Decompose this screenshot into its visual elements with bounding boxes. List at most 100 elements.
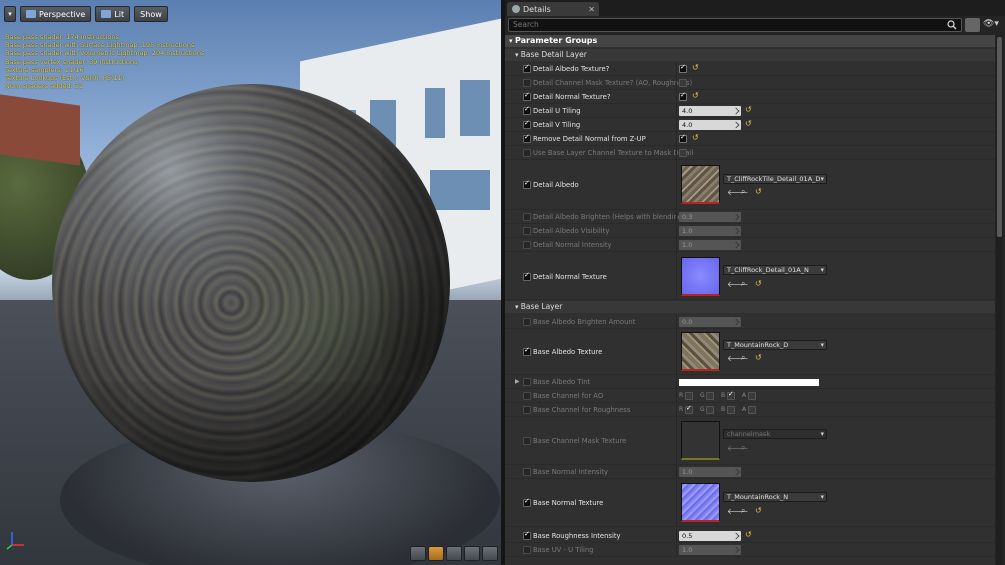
parameter-groups-header[interactable]: ▾ Parameter Groups: [505, 35, 995, 47]
param-label: Remove Detail Normal from Z-UP: [533, 135, 646, 143]
texture-asset-picker[interactable]: T_CliffRock_Detail_01A_N: [723, 265, 827, 275]
channel-a-checkbox[interactable]: [748, 392, 756, 400]
texture-thumbnail[interactable]: [681, 483, 720, 522]
close-icon[interactable]: ✕: [588, 5, 595, 14]
param-label: Detail Albedo: [533, 181, 579, 189]
reset-icon[interactable]: ↺: [745, 105, 752, 114]
color-swatch[interactable]: [679, 379, 819, 386]
reset-icon[interactable]: ↺: [692, 63, 699, 72]
material-preview-viewport[interactable]: ▾ Perspective Lit Show Base pass shader:…: [0, 0, 501, 565]
base-uv-u-tiling-input[interactable]: 1.0: [679, 545, 741, 555]
override-checkbox[interactable]: [523, 79, 531, 87]
detail-albedo-visibility-input[interactable]: 1.0: [679, 226, 741, 236]
grid-view-button[interactable]: [965, 18, 980, 32]
param-label: Detail Normal Texture?: [533, 93, 611, 101]
texture-thumbnail[interactable]: [681, 332, 720, 371]
detail-normal-intensity-input[interactable]: 1.0: [679, 240, 741, 250]
reset-icon[interactable]: ↺: [755, 279, 762, 288]
override-checkbox[interactable]: [523, 318, 531, 326]
channel-g-checkbox[interactable]: [706, 392, 714, 400]
override-checkbox[interactable]: [523, 119, 531, 129]
base-albedo-brighten-input[interactable]: 0.0: [679, 317, 741, 327]
override-checkbox[interactable]: [523, 468, 531, 476]
plane-shape-button[interactable]: [446, 546, 462, 561]
override-checkbox[interactable]: [523, 105, 531, 115]
tab-details[interactable]: Details ✕: [507, 2, 599, 16]
override-checkbox[interactable]: [523, 437, 531, 445]
override-checkbox[interactable]: [523, 63, 531, 73]
param-label: Base Normal Intensity: [533, 468, 609, 476]
show-button[interactable]: Show: [134, 6, 168, 22]
override-checkbox[interactable]: [523, 378, 531, 386]
override-checkbox[interactable]: [523, 227, 531, 235]
override-checkbox[interactable]: [523, 497, 531, 507]
reset-icon[interactable]: ↺: [692, 133, 699, 142]
detail-v-tiling-input[interactable]: 4.0: [679, 120, 741, 130]
texture-thumbnail[interactable]: [681, 165, 720, 204]
perspective-button[interactable]: Perspective: [20, 6, 92, 22]
reset-icon[interactable]: ↺: [745, 530, 752, 539]
reset-icon[interactable]: ↺: [692, 91, 699, 100]
section-base-detail-layer[interactable]: ▾ Base Detail Layer: [505, 49, 995, 61]
viewport-menu-button[interactable]: ▾: [4, 6, 16, 22]
eye-icon[interactable]: 👁▾: [983, 19, 1001, 31]
section-base-layer[interactable]: ▾ Base Layer: [505, 301, 995, 313]
details-scrollbar[interactable]: [996, 35, 1003, 565]
search-icon[interactable]: ⌕: [741, 279, 745, 289]
background-window: [460, 80, 490, 136]
texture-asset-picker[interactable]: T_CliffRockTile_Detail_01A_D: [723, 174, 827, 184]
channel-a-checkbox[interactable]: [748, 406, 756, 414]
reset-icon[interactable]: ↺: [745, 119, 752, 128]
search-input[interactable]: Search: [508, 18, 962, 32]
override-checkbox[interactable]: [523, 392, 531, 400]
search-icon[interactable]: ⌕: [741, 443, 745, 453]
scrollbar-thumb[interactable]: [997, 37, 1002, 237]
override-checkbox[interactable]: [523, 91, 531, 101]
mesh-shape-button[interactable]: [482, 546, 498, 561]
override-checkbox[interactable]: [523, 149, 531, 157]
override-checkbox[interactable]: [523, 346, 531, 356]
search-row: Search 👁▾: [505, 18, 1005, 34]
value-checkbox[interactable]: [679, 79, 687, 87]
channel-b-checkbox[interactable]: [727, 390, 735, 400]
value-checkbox[interactable]: [679, 149, 687, 157]
override-checkbox[interactable]: [523, 271, 531, 281]
channel-r-checkbox[interactable]: [685, 392, 693, 400]
cylinder-shape-button[interactable]: [410, 546, 426, 561]
texture-asset-picker[interactable]: T_MountainRock_D: [723, 340, 827, 350]
texture-asset-picker[interactable]: channelmask: [723, 429, 827, 439]
search-icon[interactable]: ⌕: [741, 187, 745, 197]
override-checkbox[interactable]: [523, 213, 531, 221]
base-roughness-intensity-input[interactable]: 0.5: [679, 531, 741, 541]
detail-albedo-brighten-input[interactable]: 0.3: [679, 212, 741, 222]
search-icon[interactable]: ⌕: [741, 506, 745, 516]
override-checkbox[interactable]: [523, 241, 531, 249]
base-normal-intensity-input[interactable]: 1.0: [679, 467, 741, 477]
channel-b-checkbox[interactable]: [727, 406, 735, 414]
value-checkbox[interactable]: [679, 91, 687, 101]
sphere-shape-button[interactable]: [428, 546, 444, 561]
reset-icon[interactable]: ↺: [755, 506, 762, 515]
parameter-list: ▾ Base Detail Layer Detail Albedo Textur…: [505, 47, 995, 565]
reset-icon[interactable]: ↺: [755, 187, 762, 196]
override-checkbox[interactable]: [523, 546, 531, 554]
lit-button[interactable]: Lit: [95, 6, 131, 22]
override-checkbox[interactable]: [523, 179, 531, 189]
value-checkbox[interactable]: [679, 63, 687, 73]
search-icon[interactable]: ⌕: [741, 353, 745, 363]
texture-thumbnail[interactable]: [681, 421, 720, 460]
texture-asset-picker[interactable]: T_MountainRock_N: [723, 492, 827, 502]
chevron-right-icon[interactable]: ▶: [515, 378, 520, 385]
cube-shape-button[interactable]: [464, 546, 480, 561]
channel-r-checkbox[interactable]: [685, 404, 693, 414]
tab-label: Details: [523, 4, 551, 14]
reset-icon[interactable]: ↺: [755, 353, 762, 362]
channel-g-checkbox[interactable]: [706, 406, 714, 414]
texture-thumbnail[interactable]: [681, 257, 720, 296]
override-checkbox[interactable]: [523, 530, 531, 540]
value-checkbox[interactable]: [679, 133, 687, 143]
override-checkbox[interactable]: [523, 406, 531, 414]
detail-u-tiling-input[interactable]: 4.0: [679, 106, 741, 116]
override-checkbox[interactable]: [523, 133, 531, 143]
param-label: Detail Albedo Visibility: [533, 227, 610, 235]
